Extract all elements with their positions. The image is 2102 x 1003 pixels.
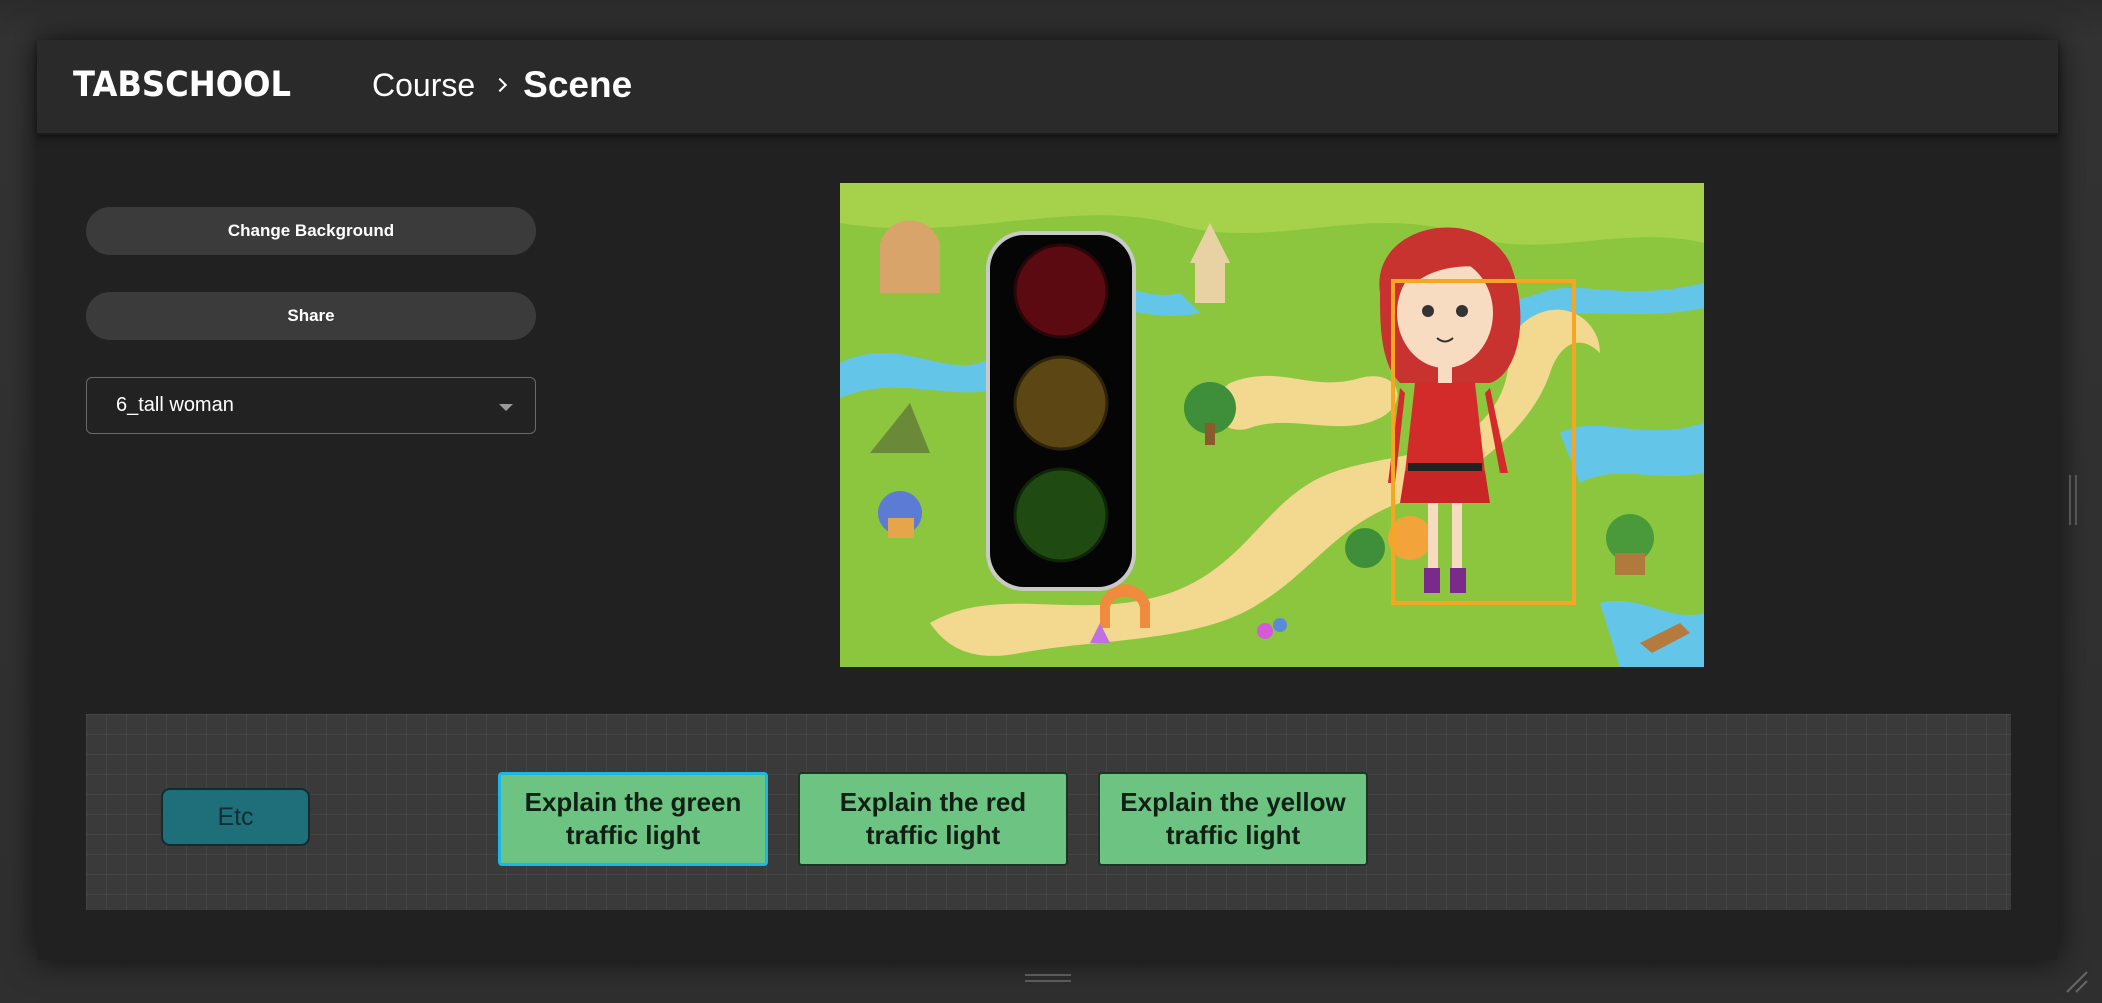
scene-canvas[interactable] [840,183,1704,667]
breadcrumb-course[interactable]: Course [372,67,475,104]
breadcrumb: Course Scene [372,64,632,106]
action-card-red[interactable]: Explain the red traffic light [798,772,1068,866]
chevron-right-icon [493,77,508,93]
scene-illustration [840,183,1704,667]
etc-button[interactable]: Etc [161,788,310,846]
character-select[interactable]: 6_tall woman [86,377,536,434]
bottom-resize-handle[interactable] [1025,974,1071,982]
action-card-green[interactable]: Explain the green traffic light [498,772,768,866]
traffic-light [986,231,1136,591]
share-button[interactable]: Share [86,292,536,340]
app-window: TABSCHOOL Course Scene Change Background… [37,40,2058,960]
change-background-button[interactable]: Change Background [86,207,536,255]
caret-down-icon [499,404,513,411]
logo[interactable]: TABSCHOOL [73,65,291,105]
top-header: TABSCHOOL Course Scene [37,40,2058,135]
corner-resize-icon[interactable] [2063,968,2091,996]
breadcrumb-scene: Scene [523,64,633,105]
character-select-value: 6_tall woman [116,394,234,416]
action-card-yellow[interactable]: Explain the yellow traffic light [1098,772,1368,866]
action-canvas[interactable]: Etc Explain the green traffic light Expl… [86,714,2011,910]
side-resize-handle[interactable] [2069,475,2077,525]
